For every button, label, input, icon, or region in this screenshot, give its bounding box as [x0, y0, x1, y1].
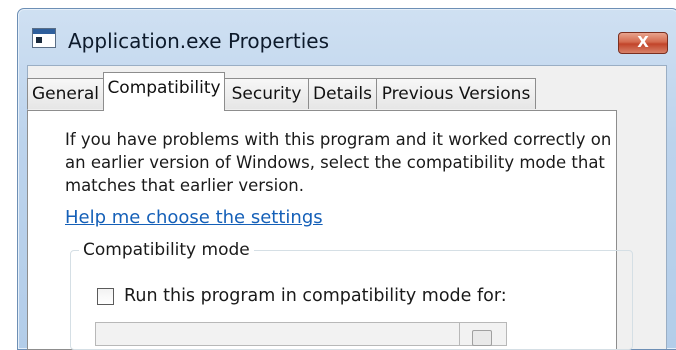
tab-security[interactable]: Security [224, 78, 309, 109]
compatibility-description: If you have problems with this program a… [65, 128, 625, 197]
tab-compatibility[interactable]: Compatibility [103, 72, 225, 111]
window-title: Application.exe Properties [68, 29, 330, 53]
description-line: If you have problems with this program a… [65, 130, 612, 149]
windows-version-select[interactable] [95, 322, 507, 346]
tab-details[interactable]: Details [308, 78, 377, 109]
application-window-icon [32, 28, 56, 48]
description-line: an earlier version of Windows, select th… [65, 153, 605, 172]
chevron-down-icon [472, 330, 492, 346]
tab-general[interactable]: General [27, 78, 104, 109]
compatibility-mode-group-label: Compatibility mode [79, 240, 254, 260]
title-bar[interactable]: Application.exe Properties X [18, 9, 676, 65]
tab-strip: General Compatibility Security Details P… [27, 72, 627, 112]
description-line: matches that earlier version. [65, 176, 305, 195]
tab-previous-versions[interactable]: Previous Versions [376, 78, 536, 109]
compatibility-mode-checkbox-label[interactable]: Run this program in compatibility mode f… [124, 286, 507, 306]
close-button[interactable]: X [618, 32, 668, 54]
windows-version-dropdown-button[interactable] [459, 322, 507, 346]
compatibility-mode-checkbox[interactable] [97, 288, 114, 305]
help-choose-settings-link[interactable]: Help me choose the settings [65, 207, 323, 228]
close-icon: X [637, 33, 649, 51]
